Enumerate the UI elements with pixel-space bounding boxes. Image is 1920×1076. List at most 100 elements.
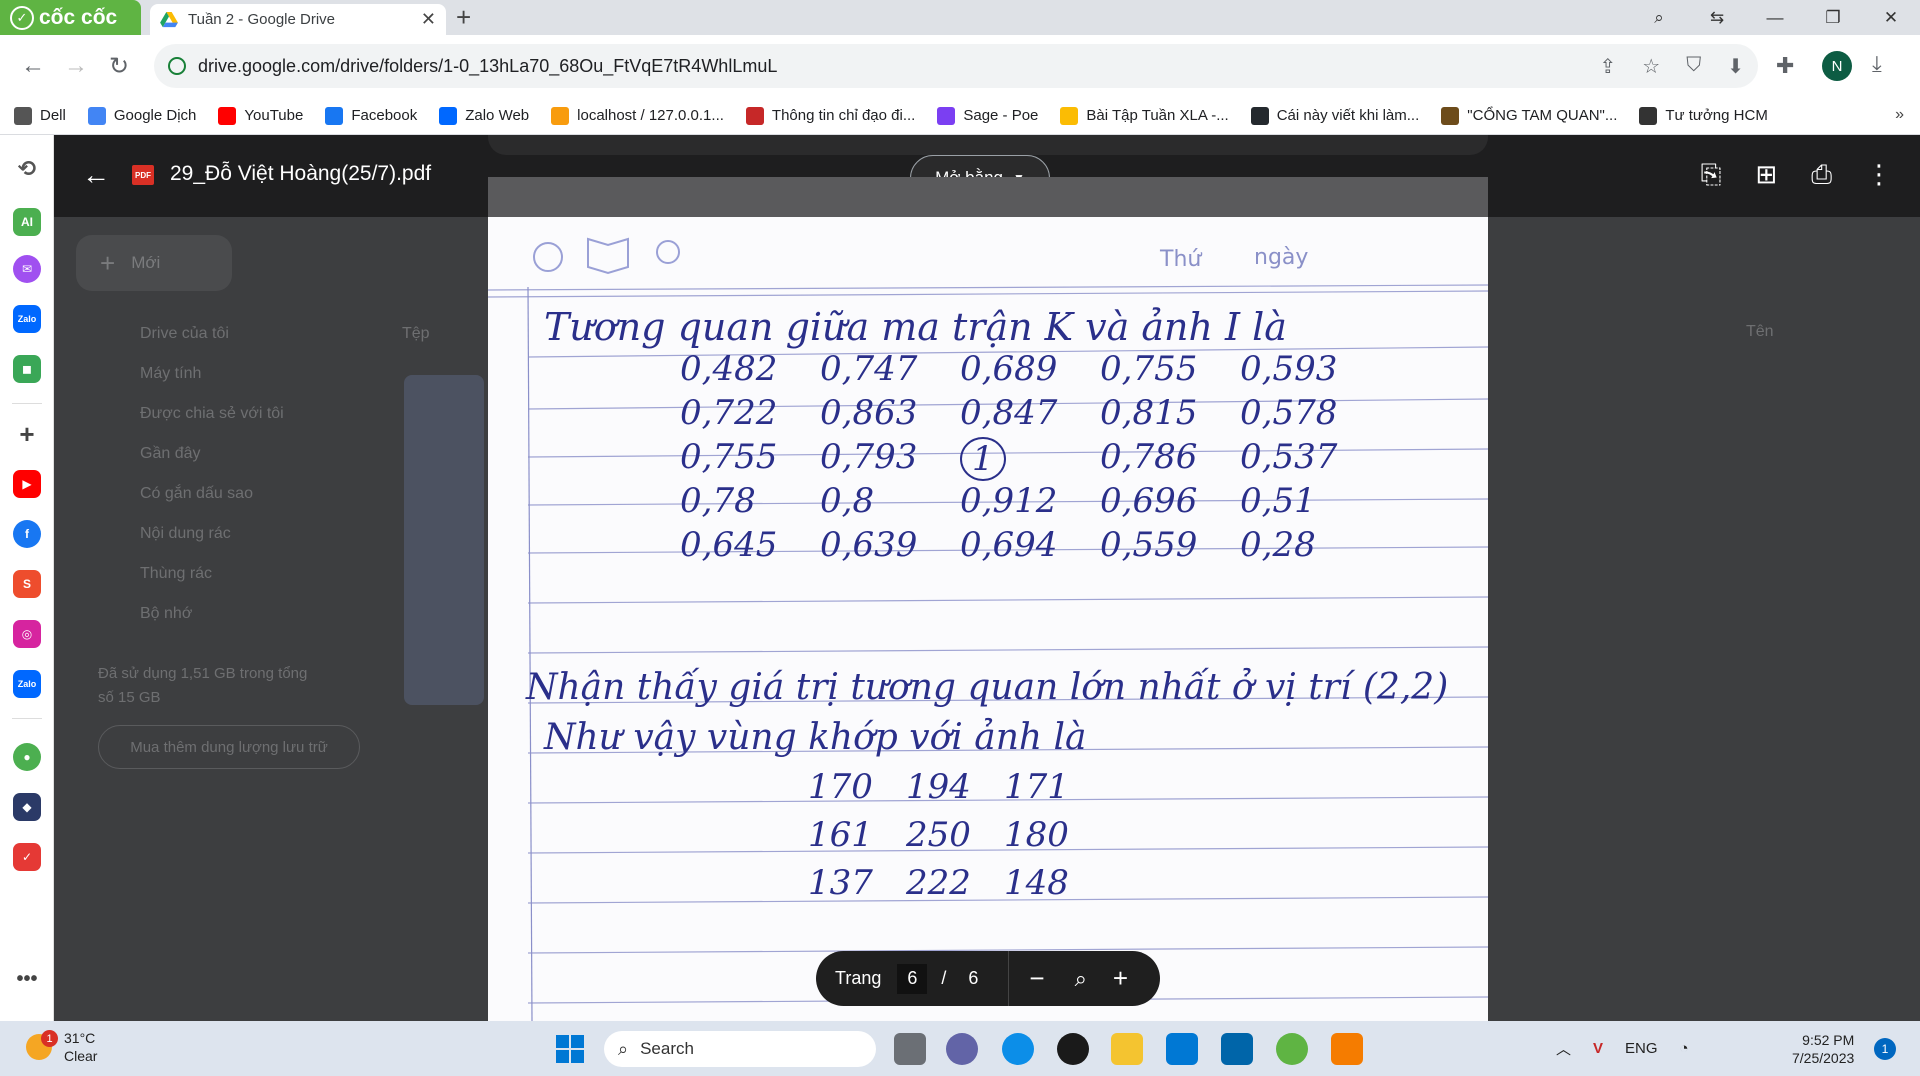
- zoom-out-icon[interactable]: −: [1029, 963, 1044, 994]
- new-button[interactable]: + Mới: [76, 235, 232, 291]
- history-icon[interactable]: ⟲: [13, 155, 41, 183]
- edge-icon[interactable]: [1002, 1033, 1034, 1065]
- coccoc-taskbar-icon[interactable]: [1276, 1033, 1308, 1065]
- search-tabs-icon[interactable]: ⌕: [1630, 0, 1688, 35]
- back-icon[interactable]: ←: [14, 47, 52, 85]
- outlook-icon[interactable]: [1166, 1033, 1198, 1065]
- windows-start-icon[interactable]: [556, 1035, 584, 1063]
- more-actions-icon[interactable]: ⋮: [1866, 159, 1892, 191]
- notification-badge[interactable]: 1: [1874, 1038, 1896, 1060]
- bookmark-item[interactable]: Sage - Poe: [937, 106, 1038, 125]
- coccoc-menu-button[interactable]: ✓ cốc cốc: [0, 0, 141, 35]
- nav-starred[interactable]: Có gắn dấu sao: [140, 485, 253, 503]
- profile-avatar[interactable]: N: [1822, 51, 1852, 81]
- ai-assistant-icon[interactable]: AI: [13, 208, 41, 236]
- bookmark-item[interactable]: localhost / 127.0.0.1...: [551, 106, 724, 125]
- forward-icon[interactable]: →: [57, 47, 95, 85]
- nav-trash[interactable]: Thùng rác: [140, 565, 212, 583]
- minimize-icon[interactable]: —: [1746, 0, 1804, 35]
- vscode-icon[interactable]: [1221, 1033, 1253, 1065]
- todo-check-icon[interactable]: ✓: [13, 843, 41, 871]
- language-indicator[interactable]: ENG: [1625, 1040, 1658, 1057]
- bookmark-item[interactable]: Google Dịch: [87, 106, 197, 125]
- nav-my-drive[interactable]: Drive của tôi: [140, 325, 229, 343]
- game-icon[interactable]: ◼: [13, 355, 41, 383]
- bookmark-favicon-icon: [1639, 106, 1658, 125]
- zoom-in-icon[interactable]: +: [1113, 963, 1128, 994]
- bookmark-item[interactable]: Cái này viết khi làm...: [1250, 106, 1419, 125]
- bookmark-item[interactable]: YouTube: [218, 106, 303, 125]
- weather-widget[interactable]: 1 31°C Clear: [26, 1029, 97, 1065]
- file-explorer-icon[interactable]: [1111, 1033, 1143, 1065]
- matrix-cell: 0,578: [1240, 393, 1338, 433]
- instagram-icon[interactable]: ◎: [13, 620, 41, 648]
- bookmark-item[interactable]: "CỔNG TAM QUAN"...: [1441, 106, 1617, 125]
- nav-recent[interactable]: Gần đây: [140, 445, 200, 463]
- add-to-drive-icon[interactable]: ⎘: [1701, 159, 1722, 191]
- bookmark-item[interactable]: Tư tưởng HCM: [1639, 106, 1768, 125]
- nav-computers[interactable]: Máy tính: [140, 365, 201, 383]
- restore-icon[interactable]: ❐: [1804, 0, 1862, 35]
- download-page-icon[interactable]: ⬇: [1727, 54, 1744, 79]
- messenger-icon[interactable]: ✉: [13, 255, 41, 283]
- downloads-icon[interactable]: ⤓: [1872, 51, 1882, 77]
- sort-by-name[interactable]: Tên: [1746, 323, 1774, 341]
- bookmark-item[interactable]: Dell: [14, 106, 66, 125]
- notebook-date-label: ngày: [1254, 245, 1309, 270]
- more-icon[interactable]: •••: [13, 965, 41, 993]
- bookmark-favicon-icon: [937, 106, 956, 125]
- vietkey-icon[interactable]: V: [1593, 1040, 1603, 1057]
- nav-storage[interactable]: Bộ nhớ: [140, 605, 192, 623]
- coccoc-sidebar: ⟲ AI ✉ Zalo ◼ + ▶ f S ◎ Zalo ● ◆ ✓ •••: [0, 135, 54, 1021]
- pdf-app-icon[interactable]: [1331, 1033, 1363, 1065]
- browser-tab-active[interactable]: Tuần 2 - Google Drive ✕: [150, 4, 446, 35]
- reload-icon[interactable]: ↻: [100, 47, 138, 85]
- zoom-icon[interactable]: ⌕: [1075, 966, 1087, 992]
- files-header: Tệp: [402, 325, 430, 342]
- bookmark-item[interactable]: Thông tin chỉ đạo đi...: [745, 106, 915, 125]
- coccoc-map-icon[interactable]: ●: [13, 743, 41, 771]
- bookmark-item[interactable]: Facebook: [325, 106, 417, 125]
- youtube-icon[interactable]: ▶: [13, 470, 41, 498]
- file-card[interactable]: [404, 375, 484, 705]
- matrix-cell: 194: [906, 767, 971, 807]
- viewer-back-icon[interactable]: ←: [82, 159, 110, 191]
- bookmark-item[interactable]: Bài Tập Tuần XLA -...: [1060, 106, 1229, 125]
- handwritten-line-2: Nhận thấy giá trị tương quan lớn nhất ở …: [526, 667, 1449, 708]
- handwritten-line-1: Tương quan giữa ma trận K và ảnh I là: [544, 305, 1287, 349]
- tab-switch-icon[interactable]: ⇆: [1688, 0, 1746, 35]
- weather-condition: Clear: [64, 1048, 98, 1064]
- teams-chat-icon[interactable]: [946, 1033, 978, 1065]
- current-page-input[interactable]: 6: [897, 963, 928, 994]
- system-clock[interactable]: 9:52 PM 7/25/2023: [1792, 1031, 1854, 1067]
- bookmarks-overflow-icon[interactable]: »: [1895, 106, 1904, 124]
- address-bar[interactable]: drive.google.com/drive/folders/1-0_13hLa…: [154, 44, 1758, 88]
- shopee-icon[interactable]: S: [13, 570, 41, 598]
- new-tab-button[interactable]: +: [456, 4, 471, 30]
- extensions-icon[interactable]: ✚: [1776, 53, 1794, 79]
- close-window-icon[interactable]: ✕: [1862, 0, 1920, 35]
- bookmark-item[interactable]: Zalo Web: [439, 106, 529, 125]
- add-sidebar-app-icon[interactable]: +: [13, 419, 41, 449]
- bookmark-favicon-icon: [218, 106, 237, 125]
- taskbar-search[interactable]: ⌕ Search: [604, 1031, 876, 1067]
- print-icon[interactable]: ⎙: [1811, 159, 1832, 191]
- facebook-icon[interactable]: f: [13, 520, 41, 548]
- nav-spam[interactable]: Nội dung rác: [140, 525, 231, 543]
- add-comment-icon[interactable]: ⊞: [1755, 159, 1777, 191]
- wifi-icon[interactable]: ◔: [1680, 1040, 1689, 1057]
- nav-shared[interactable]: Được chia sẻ với tôi: [140, 405, 284, 423]
- zalo-web-icon[interactable]: Zalo: [13, 670, 41, 698]
- bookmark-label: Google Dịch: [113, 107, 197, 124]
- tab-close-icon[interactable]: ✕: [421, 9, 436, 30]
- shield-icon[interactable]: ⛉: [1686, 54, 1701, 79]
- bookmark-star-icon[interactable]: ☆: [1642, 54, 1660, 79]
- game-avatar-icon[interactable]: ◆: [13, 793, 41, 821]
- dell-icon[interactable]: [1057, 1033, 1089, 1065]
- zalo-icon[interactable]: Zalo: [13, 305, 41, 333]
- buy-storage-button[interactable]: Mua thêm dung lượng lưu trữ: [98, 725, 360, 769]
- bookmark-favicon-icon: [439, 106, 458, 125]
- task-view-icon[interactable]: [894, 1033, 926, 1065]
- tray-chevron-icon[interactable]: ︿: [1556, 1038, 1571, 1059]
- share-icon[interactable]: ⇪: [1600, 54, 1617, 79]
